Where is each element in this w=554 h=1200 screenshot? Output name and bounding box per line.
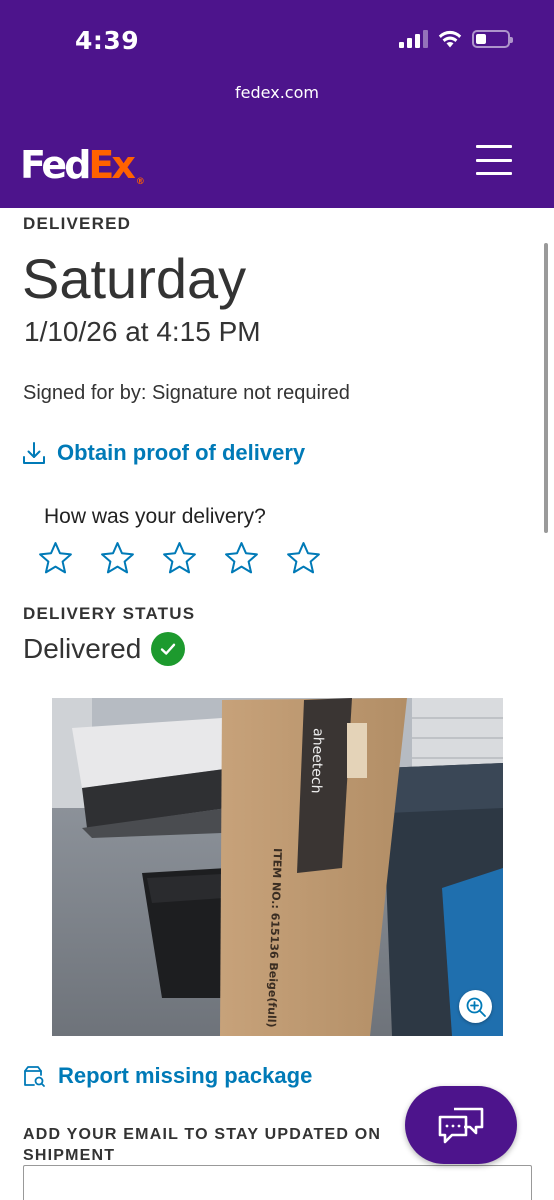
- chat-bubbles-icon[interactable]: [405, 1086, 517, 1164]
- delivery-date-time: 1/10/26 at 4:15 PM: [24, 316, 261, 347]
- logo-registered: ®: [135, 177, 145, 187]
- delivery-photo[interactable]: aheetech ITEM NO.: 615136 Beige(full): [52, 698, 503, 1036]
- logo-ex: Ex: [88, 143, 136, 187]
- star-outline-icon[interactable]: [99, 540, 136, 577]
- delivery-photo-illustration: aheetech ITEM NO.: 615136 Beige(full): [52, 698, 503, 1036]
- signed-for-text: Signed for by: Signature not required: [23, 382, 350, 404]
- cellular-signal-icon: [399, 30, 428, 48]
- delivery-status-value: Delivered: [23, 633, 142, 664]
- page-scrollbar[interactable]: [544, 243, 548, 533]
- delivery-status-row: Delivered: [23, 632, 186, 666]
- battery-icon: [472, 30, 513, 48]
- logo-fed: Fed: [20, 143, 91, 187]
- star-outline-icon[interactable]: [161, 540, 198, 577]
- report-missing-link[interactable]: Report missing package: [22, 1063, 312, 1089]
- zoom-in-icon[interactable]: [459, 990, 492, 1023]
- email-field[interactable]: [23, 1165, 532, 1200]
- status-icons: [399, 30, 513, 48]
- wifi-icon: [438, 30, 462, 48]
- browser-url[interactable]: fedex.com: [0, 83, 554, 102]
- hamburger-menu-icon[interactable]: [476, 145, 512, 175]
- star-outline-icon[interactable]: [223, 540, 260, 577]
- email-updates-heading: ADD YOUR EMAIL TO STAY UPDATED ON SHIPME…: [23, 1126, 382, 1164]
- obtain-proof-link[interactable]: Obtain proof of delivery: [21, 440, 305, 466]
- star-outline-icon[interactable]: [37, 540, 74, 577]
- delivered-eyebrow: DELIVERED: [23, 214, 132, 233]
- box-brand-text: aheetech: [308, 728, 326, 794]
- star-outline-icon[interactable]: [285, 540, 322, 577]
- download-icon: [23, 442, 45, 464]
- delivery-day: Saturday: [22, 247, 247, 310]
- rating-question: How was your delivery?: [44, 505, 266, 528]
- package-search-icon: [24, 1066, 45, 1087]
- obtain-proof-label: Obtain proof of delivery: [57, 440, 306, 465]
- report-missing-label: Report missing package: [58, 1063, 313, 1088]
- rating-stars: [37, 540, 322, 577]
- delivery-status-heading: DELIVERY STATUS: [23, 604, 196, 623]
- check-circle-icon: [151, 632, 186, 666]
- fedex-logo[interactable]: FedEx ®: [20, 143, 145, 187]
- status-time: 4:39: [75, 26, 140, 55]
- header-bar: 4:39 fedex.com FedEx ®: [0, 0, 554, 208]
